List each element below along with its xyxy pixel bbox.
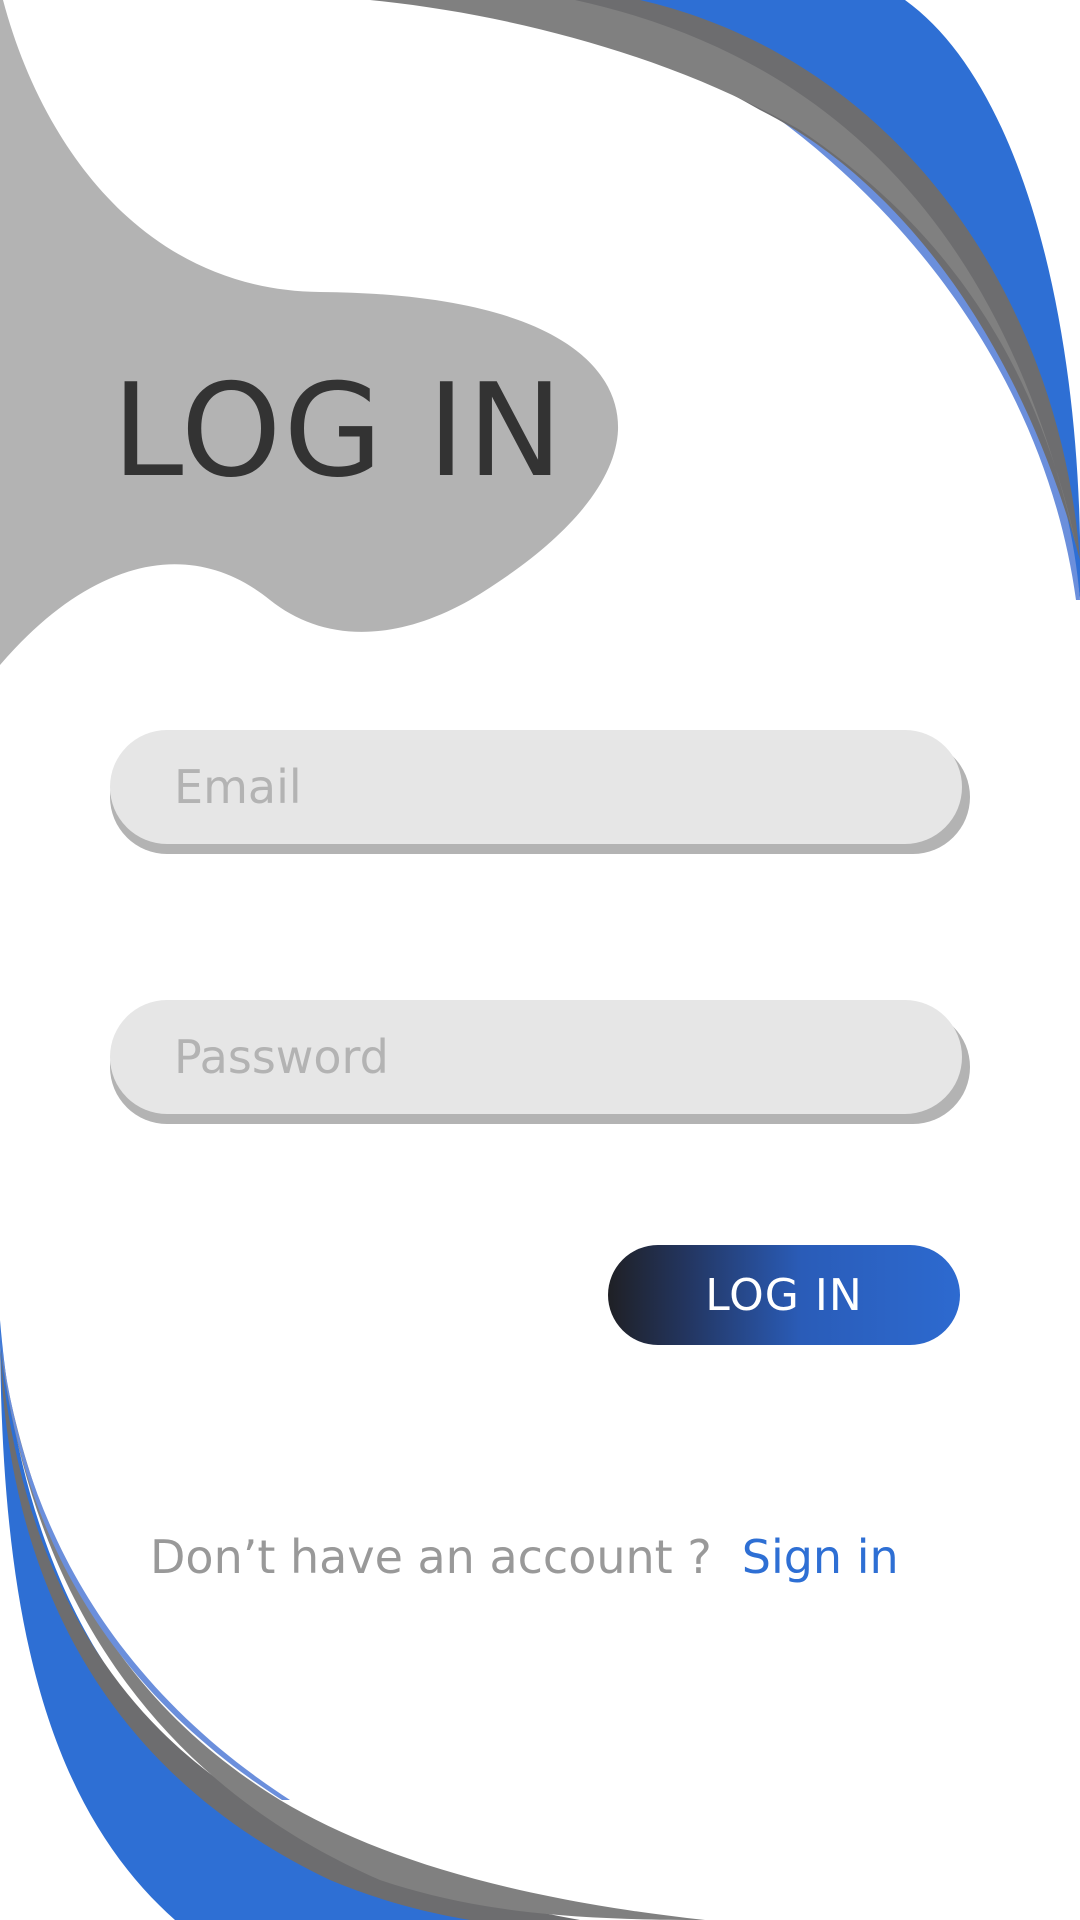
page-title: LOG IN	[112, 357, 565, 506]
signup-prompt-text: Don’t have an account ?	[150, 1530, 712, 1584]
login-screen: LOG IN LOG IN Don’t have an account ? Sig…	[0, 0, 1080, 1920]
login-button[interactable]: LOG IN	[608, 1245, 960, 1345]
password-input[interactable]	[110, 1000, 962, 1114]
sign-in-link[interactable]: Sign in	[742, 1530, 899, 1584]
decorative-background	[0, 0, 1080, 1920]
signup-prompt-row: Don’t have an account ? Sign in	[150, 1525, 899, 1589]
top-left-gray-blob	[0, 0, 619, 665]
email-field	[110, 730, 970, 854]
email-input[interactable]	[110, 730, 962, 844]
password-field	[110, 1000, 970, 1124]
